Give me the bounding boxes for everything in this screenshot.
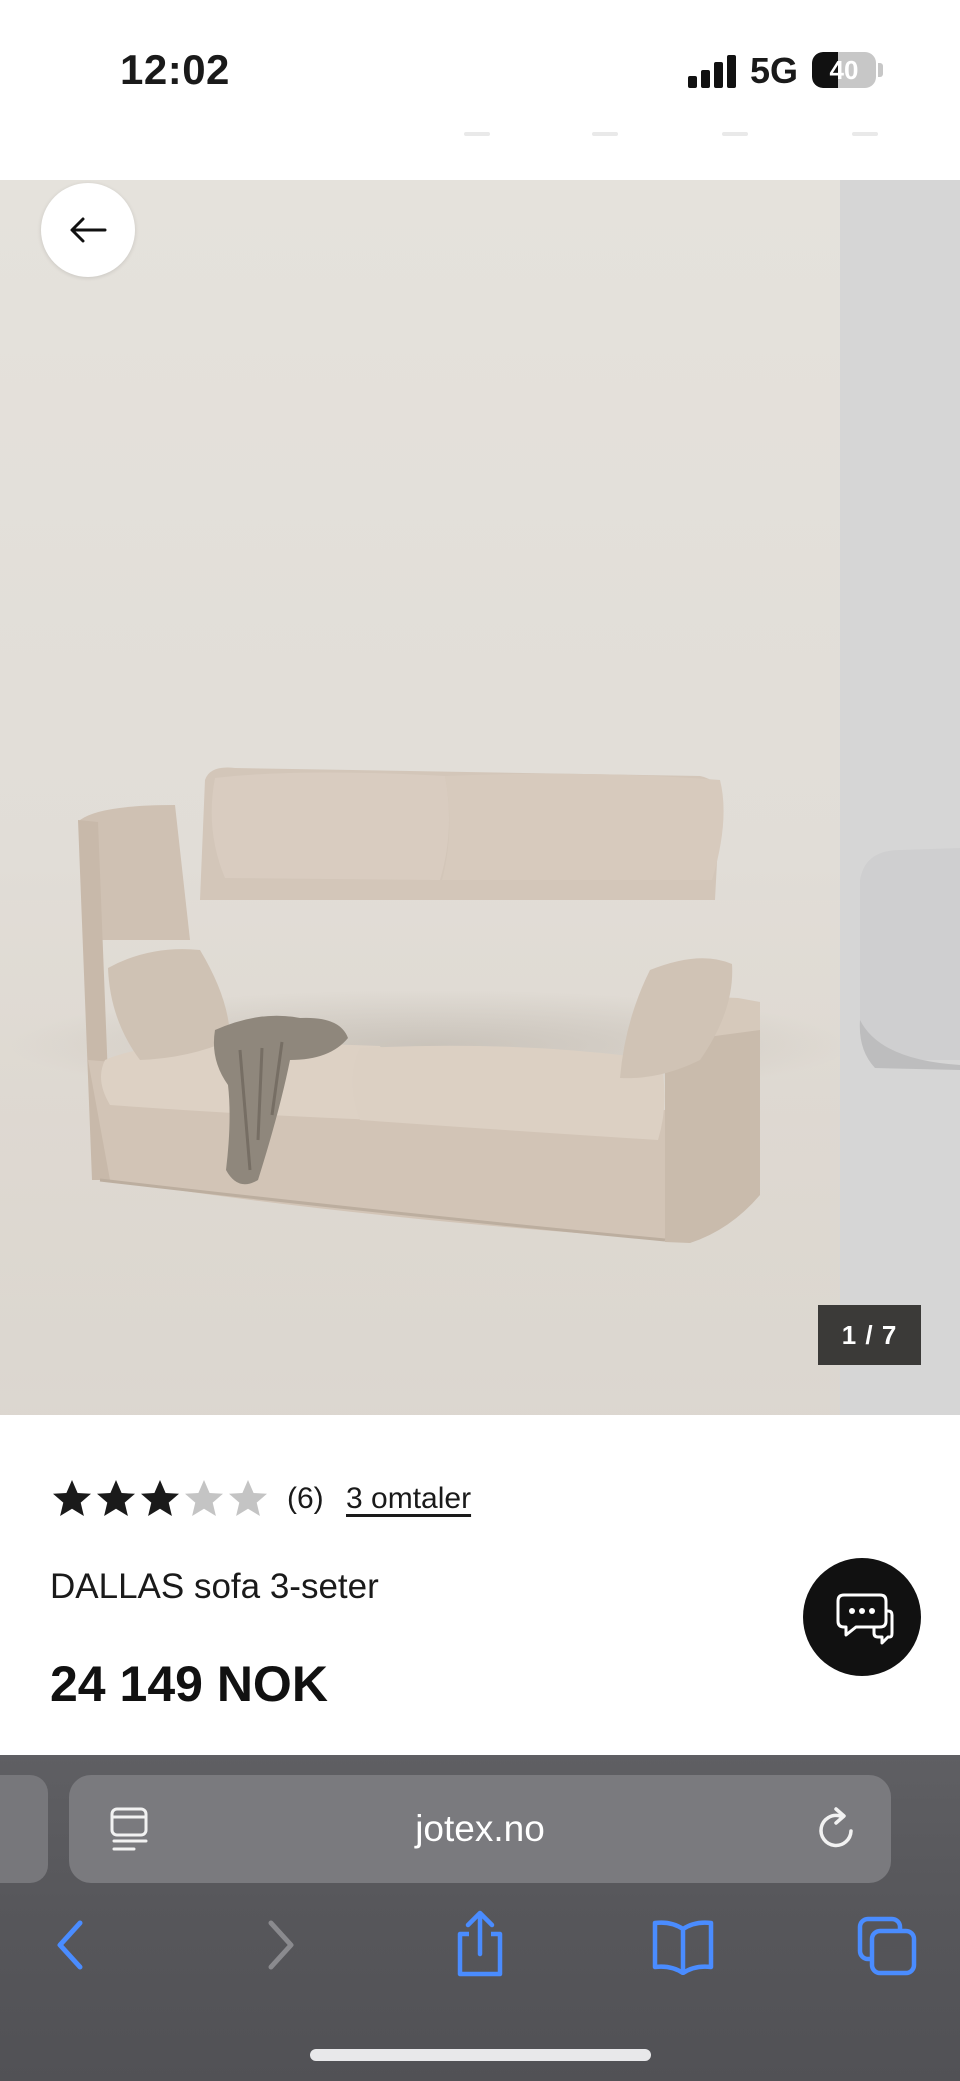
star-filled-icon xyxy=(97,1480,135,1516)
product-image-gallery[interactable] xyxy=(0,180,960,1415)
share-icon[interactable] xyxy=(450,1910,510,1978)
battery-level: 40 xyxy=(829,55,859,85)
next-product-image-peek[interactable] xyxy=(840,180,960,1415)
product-price: 24 149 NOK xyxy=(50,1656,328,1712)
chat-bubbles-icon xyxy=(836,1593,894,1645)
star-empty-icon xyxy=(185,1480,223,1516)
url-text[interactable]: jotex.no xyxy=(69,1775,891,1883)
network-type: 5G xyxy=(750,50,799,91)
status-bar: 12:02 5G 40 xyxy=(0,0,960,138)
battery-tip xyxy=(878,63,883,77)
status-time: 12:02 xyxy=(120,46,230,93)
browser-back-icon[interactable] xyxy=(42,1915,102,1975)
product-name: DALLAS sofa 3-seter xyxy=(50,1567,379,1606)
home-indicator xyxy=(310,2049,651,2061)
battery-icon: 40 xyxy=(812,52,876,88)
star-filled-icon xyxy=(141,1480,179,1516)
product-image[interactable] xyxy=(0,180,850,1415)
chat-button[interactable] xyxy=(803,1558,921,1676)
back-button[interactable] xyxy=(41,183,135,277)
star-filled-icon xyxy=(53,1480,91,1516)
star-empty-icon xyxy=(229,1480,267,1516)
previous-tab-stub[interactable] xyxy=(0,1775,48,1883)
reader-mode-icon[interactable] xyxy=(108,1805,152,1853)
bookmarks-icon[interactable] xyxy=(651,1915,715,1975)
next-sofa-image xyxy=(859,848,960,1070)
reload-icon[interactable] xyxy=(814,1805,860,1853)
rating-count: (6) xyxy=(287,1482,324,1515)
image-counter: 1 / 7 xyxy=(818,1305,921,1365)
sofa-image xyxy=(0,767,850,1415)
rating-stars xyxy=(50,1477,270,1521)
scrolled-header-remnant xyxy=(460,132,900,138)
arrow-left-icon xyxy=(70,217,107,243)
tabs-icon[interactable] xyxy=(856,1915,918,1977)
reviews-link[interactable]: 3 omtaler xyxy=(346,1482,471,1516)
browser-forward-icon[interactable] xyxy=(249,1915,309,1975)
cellular-signal-icon xyxy=(688,54,738,88)
